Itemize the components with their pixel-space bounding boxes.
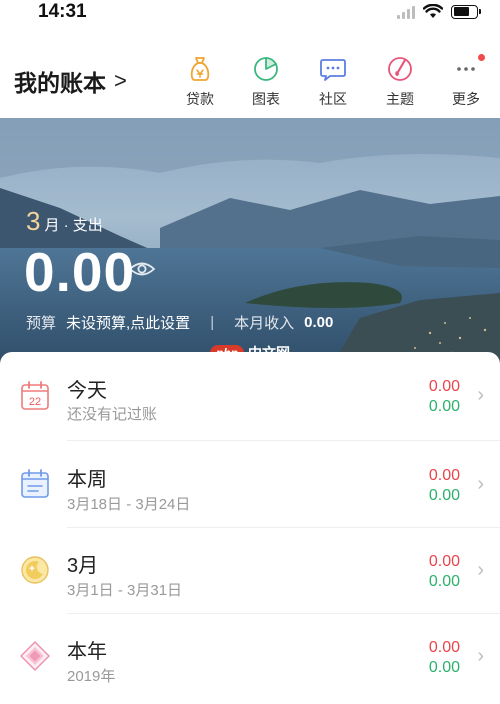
notification-dot: [478, 54, 485, 61]
chevron-right-icon: ›: [477, 559, 484, 581]
period-subtitle: 还没有记过账: [67, 406, 158, 423]
nav-charts[interactable]: 图表: [241, 54, 291, 109]
month-income-value: 0.00: [304, 314, 334, 331]
cellular-signal-icon: [397, 5, 415, 19]
nav-community[interactable]: 社区: [308, 54, 358, 109]
period-title: 今天: [67, 380, 107, 402]
chevron-right-icon: ›: [477, 384, 484, 406]
chat-bubble-icon: [320, 59, 346, 81]
period-income: 0.00: [428, 398, 460, 415]
period-summary-list: 22 今天 还没有记过账 0.00 0.00 › 本周 3月18日 - 3月24…: [0, 352, 500, 704]
nav-loan[interactable]: 贷款: [175, 54, 225, 109]
eye-icon[interactable]: [128, 260, 156, 278]
status-bar: 14:31: [0, 0, 500, 28]
budget-label: 预算: [26, 315, 57, 332]
budget-row[interactable]: 预算 未设预算,点此设置 | 本月收入 0.00: [26, 312, 333, 333]
account-book-selector[interactable]: 我的账本 >: [14, 64, 127, 98]
calendar-week-icon: [21, 469, 49, 498]
period-subtitle: 2019年: [67, 668, 116, 685]
diamond-icon: [20, 641, 50, 671]
theme-brush-icon: [388, 57, 412, 81]
list-item-month[interactable]: 3月 3月1日 - 3月31日 0.00 0.00 ›: [0, 527, 500, 614]
chevron-right-icon: ›: [477, 473, 484, 495]
nav-more[interactable]: 更多: [441, 54, 491, 109]
budget-separator: |: [210, 314, 215, 331]
period-income: 0.00: [428, 659, 460, 676]
wifi-icon: [423, 4, 443, 18]
status-icons: [397, 4, 481, 19]
account-book-title: 我的账本: [14, 70, 106, 96]
month-number: 3: [26, 206, 41, 236]
nav-theme[interactable]: 主题: [375, 54, 425, 109]
nav-more-label: 更多: [452, 91, 480, 107]
month-expense-text: 月 · 支出: [44, 217, 103, 234]
period-subtitle: 3月1日 - 3月31日: [67, 582, 183, 599]
period-expense: 0.00: [428, 553, 460, 570]
moon-icon: [21, 556, 49, 584]
battery-icon: [451, 4, 481, 19]
calendar-day-icon: 22: [21, 381, 49, 410]
period-income: 0.00: [428, 487, 460, 504]
period-income: 0.00: [428, 573, 460, 590]
period-subtitle: 3月18日 - 3月24日: [67, 496, 191, 513]
month-expense-label: 3 月 · 支出: [26, 206, 103, 237]
month-expense-amount: 0.00: [24, 241, 136, 303]
nav-theme-label: 主题: [386, 91, 414, 107]
more-dots-icon: [457, 67, 475, 71]
calendar-day-number: 22: [29, 396, 41, 408]
period-title: 本年: [67, 641, 107, 663]
nav-loan-label: 贷款: [186, 91, 214, 107]
list-item-week[interactable]: 本周 3月18日 - 3月24日 0.00 0.00 ›: [0, 441, 500, 528]
list-item-today[interactable]: 22 今天 还没有记过账 0.00 0.00 ›: [0, 352, 500, 441]
period-title: 3月: [67, 555, 99, 577]
period-expense: 0.00: [428, 467, 460, 484]
nav-community-label: 社区: [319, 91, 347, 107]
budget-value[interactable]: 未设预算,点此设置: [66, 312, 190, 333]
app-header: 我的账本 > 贷款 图表 社区 主题 更多: [0, 40, 500, 118]
list-item-year[interactable]: 本年 2019年 0.00 0.00 ›: [0, 613, 500, 698]
period-expense: 0.00: [428, 378, 460, 395]
status-time: 14:31: [38, 1, 87, 22]
summary-banner[interactable]: 3 月 · 支出 0.00 预算 未设预算,点此设置 | 本月收入 0.00 p…: [0, 118, 500, 368]
pie-chart-icon: [254, 57, 278, 81]
chevron-right-icon: >: [114, 68, 127, 93]
nav-charts-label: 图表: [252, 91, 280, 107]
month-income-label: 本月收入: [234, 315, 295, 332]
chevron-right-icon: ›: [477, 645, 484, 667]
period-expense: 0.00: [428, 639, 460, 656]
period-title: 本周: [67, 469, 107, 491]
money-bag-icon: [190, 57, 210, 81]
